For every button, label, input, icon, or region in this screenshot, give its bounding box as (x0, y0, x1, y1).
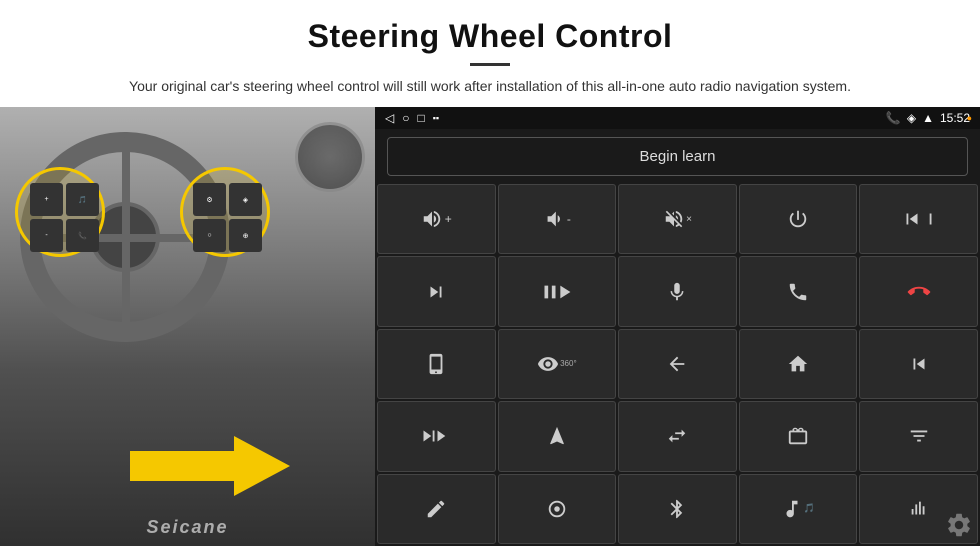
home-button[interactable] (739, 329, 858, 399)
power-button[interactable] (739, 184, 858, 254)
settings-corner-button[interactable] (943, 509, 975, 541)
time-display: 15:52 (940, 111, 970, 125)
play-pause-button[interactable] (498, 256, 617, 326)
nav-button[interactable] (498, 401, 617, 471)
eq-button[interactable] (859, 401, 978, 471)
header-section: Steering Wheel Control Your original car… (0, 0, 980, 107)
begin-learn-button[interactable]: Begin learn (387, 137, 968, 176)
sw-spoke-v (122, 137, 130, 332)
mic-button[interactable] (618, 256, 737, 326)
edit-button[interactable] (377, 474, 496, 544)
content-area: + 🎵 - 📞 ⚙ ◈ ○ ⊕ Seicane (0, 107, 980, 546)
location-icon: ◈ (907, 111, 916, 125)
360cam-button[interactable]: 360° (498, 329, 617, 399)
signal-icon: ▪▪ (433, 113, 439, 123)
controls-grid: + - × (375, 184, 980, 546)
hang-up-button[interactable] (859, 256, 978, 326)
vol-down-button[interactable]: - (498, 184, 617, 254)
photo-side: + 🎵 - 📞 ⚙ ◈ ○ ⊕ Seicane (0, 107, 375, 546)
record-button[interactable] (498, 474, 617, 544)
call-button[interactable] (739, 256, 858, 326)
recents-nav-icon[interactable]: □ (417, 111, 424, 125)
status-bar-left: ◁ ○ □ ▪▪ (385, 111, 439, 125)
title-divider (470, 63, 510, 66)
source-button[interactable]: ● (377, 329, 496, 399)
brand-watermark: Seicane (146, 517, 228, 538)
subtitle: Your original car's steering wheel contr… (110, 76, 870, 97)
fast-forward-button[interactable] (377, 401, 496, 471)
status-bar: ◁ ○ □ ▪▪ 📞 ◈ ▲ 15:52 (375, 107, 980, 129)
rewind-button[interactable] (859, 329, 978, 399)
page-title: Steering Wheel Control (60, 18, 920, 55)
next-button[interactable] (377, 256, 496, 326)
back-button[interactable] (618, 329, 737, 399)
bluetooth-button[interactable] (618, 474, 737, 544)
mute-button[interactable]: × (618, 184, 737, 254)
wifi-icon: ▲ (922, 111, 934, 125)
prev-track-button[interactable] (859, 184, 978, 254)
android-panel: ◁ ○ □ ▪▪ 📞 ◈ ▲ 15:52 Begin learn (375, 107, 980, 546)
music-button[interactable]: 🎵 (739, 474, 858, 544)
vol-up-button[interactable]: + (377, 184, 496, 254)
radio-button[interactable] (739, 401, 858, 471)
status-bar-right: 📞 ◈ ▲ 15:52 (886, 111, 970, 125)
page-wrapper: Steering Wheel Control Your original car… (0, 0, 980, 546)
steering-background: + 🎵 - 📞 ⚙ ◈ ○ ⊕ Seicane (0, 107, 375, 546)
home-nav-icon[interactable]: ○ (402, 111, 409, 125)
back-nav-icon[interactable]: ◁ (385, 111, 394, 125)
phone-icon: 📞 (886, 111, 901, 125)
arrow-indicator (130, 436, 310, 516)
switch-button[interactable] (618, 401, 737, 471)
